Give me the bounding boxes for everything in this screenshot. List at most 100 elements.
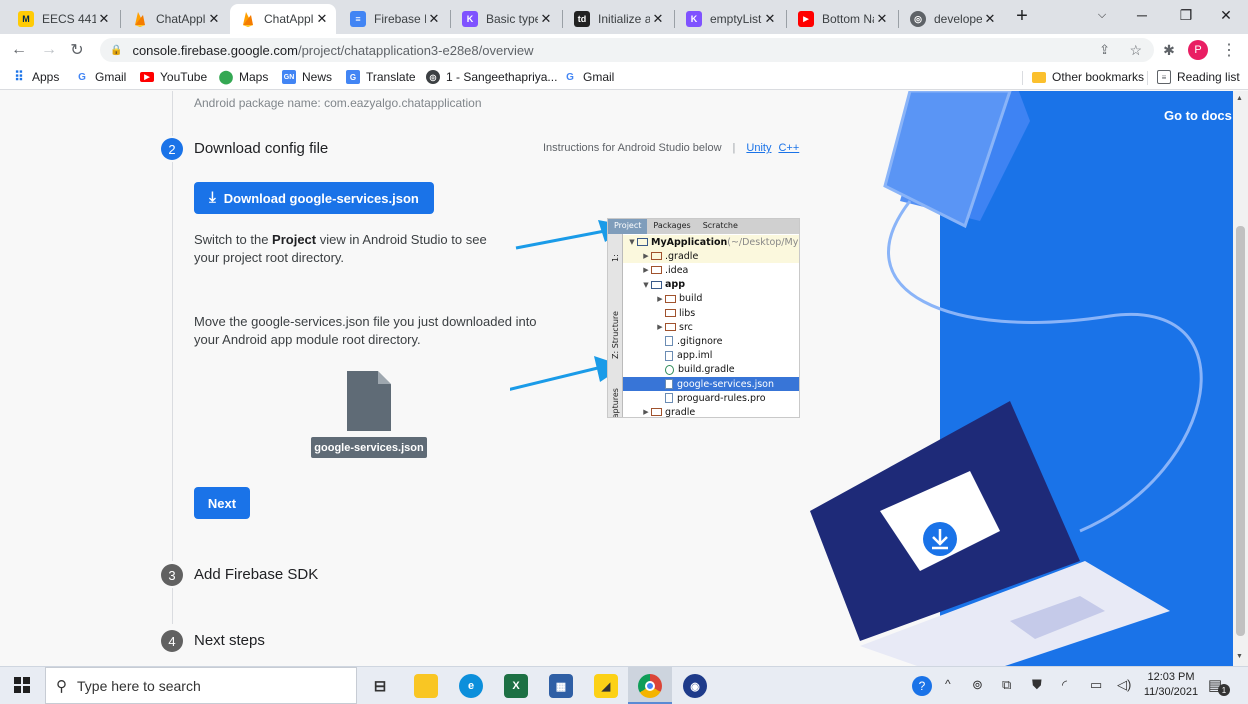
app-icon[interactable]: ◉	[683, 674, 707, 698]
next-button[interactable]: Next	[194, 487, 250, 519]
notification-center-icon[interactable]: ▤ 1	[1208, 676, 1230, 696]
tree-row[interactable]: ▶ build	[623, 292, 799, 306]
collapsed-arrow-icon[interactable]: ▶	[641, 266, 651, 274]
edge-browser-icon[interactable]: e	[459, 674, 483, 698]
close-icon[interactable]: ✕	[874, 11, 890, 27]
close-icon[interactable]: ✕	[650, 11, 666, 27]
tab-firebase-in[interactable]: ≡ Firebase In ✕	[340, 4, 448, 34]
tab-chatapplication-2[interactable]: ChatApplic ✕	[230, 4, 336, 34]
tab-developer[interactable]: ◎ developer. ✕	[900, 4, 1004, 34]
collapsed-arrow-icon[interactable]: ▶	[641, 408, 651, 416]
tab-packages: Packages	[653, 221, 691, 230]
bookmark-translate[interactable]: G Translate	[346, 70, 416, 84]
close-icon[interactable]: ✕	[762, 11, 778, 27]
collapsed-arrow-icon[interactable]: ▶	[655, 323, 665, 331]
tab-chatapplication-1[interactable]: ChatApplic ✕	[122, 4, 228, 34]
tree-row[interactable]: ▼ MyApplication (~/Desktop/My	[623, 235, 799, 249]
collapsed-arrow-icon[interactable]: ▶	[655, 295, 665, 303]
clock[interactable]: 12:03 PM 11/30/2021	[1140, 670, 1202, 700]
expanded-arrow-icon[interactable]: ▼	[641, 281, 651, 289]
scroll-down-arrow-icon[interactable]: ▼	[1236, 653, 1243, 660]
tree-row[interactable]: ▶ src	[623, 320, 799, 334]
chrome-icon[interactable]	[638, 674, 662, 698]
excel-icon[interactable]: X	[504, 674, 528, 698]
tree-row[interactable]: ▶ .gradle	[623, 249, 799, 264]
minimize-icon[interactable]: ─	[1120, 0, 1164, 30]
tree-row[interactable]: app.iml	[623, 349, 799, 363]
bookmark-maps[interactable]: ⬤ Maps	[219, 69, 269, 84]
tree-row[interactable]: proguard-rules.pro	[623, 391, 799, 405]
close-icon[interactable]: ✕	[314, 11, 330, 27]
help-icon[interactable]: ?	[912, 676, 932, 696]
new-tab-plus-icon[interactable]: +	[1000, 1, 1044, 31]
tree-row-label: .idea	[665, 264, 689, 276]
bookmark-news[interactable]: GN News	[282, 70, 332, 84]
tab-initialize[interactable]: td Initialize a ✕	[564, 4, 672, 34]
tree-row[interactable]: ▶ .idea	[623, 263, 799, 277]
more-menu-icon[interactable]: ⋮	[1218, 39, 1240, 61]
extensions-puzzle-icon[interactable]: ✱	[1158, 39, 1180, 61]
wifi-icon[interactable]: ◜	[1062, 677, 1067, 693]
scrollbar-thumb[interactable]	[1236, 226, 1245, 636]
tree-row[interactable]: libs	[623, 306, 799, 320]
step-4-title[interactable]: Next steps	[194, 632, 265, 649]
tab-title: Bottom Na	[822, 12, 874, 26]
bookmarks-bar: ⠿ Apps G Gmail ▶ YouTube ⬤ Maps GN News G Tran…	[0, 66, 1248, 90]
download-config-button[interactable]: ⤓ Download google-services.json	[194, 182, 434, 214]
battery-icon[interactable]: ▭	[1090, 677, 1102, 693]
calculator-icon[interactable]: ▦	[549, 674, 573, 698]
task-view-icon[interactable]: ⊟	[368, 674, 392, 698]
windows-start-icon[interactable]	[14, 677, 30, 693]
bookmark-youtube[interactable]: ▶ YouTube	[140, 70, 207, 84]
scroll-up-arrow-icon[interactable]: ▲	[1236, 95, 1243, 102]
show-hidden-icons-chevron-icon[interactable]: ^	[945, 677, 951, 691]
volume-icon[interactable]: ◁)	[1117, 677, 1131, 693]
step-3-title[interactable]: Add Firebase SDK	[194, 566, 318, 583]
reload-icon[interactable]: ↻	[66, 39, 88, 61]
share-icon[interactable]: ⇪	[1099, 42, 1110, 58]
forward-arrow-icon[interactable]: →	[38, 39, 60, 61]
bookmark-apps[interactable]: ⠿ Apps	[12, 69, 59, 84]
window-close-icon[interactable]: ✕	[1204, 0, 1248, 30]
profile-avatar[interactable]: P	[1188, 40, 1208, 60]
other-bookmarks[interactable]: Other bookmarks	[1032, 70, 1144, 84]
close-icon[interactable]: ✕	[426, 11, 442, 27]
expanded-arrow-icon[interactable]: ▼	[627, 238, 637, 246]
bookmark-gmail[interactable]: G Gmail	[75, 70, 126, 84]
close-icon[interactable]: ✕	[982, 11, 998, 27]
tree-row[interactable]: ▼ app	[623, 278, 799, 292]
tab-bottom-nav[interactable]: ▶ Bottom Na ✕	[788, 4, 896, 34]
collapsed-arrow-icon[interactable]: ▶	[641, 252, 651, 260]
reading-list[interactable]: ≡ Reading list	[1157, 70, 1240, 84]
url-bar[interactable]: 🔒 console.firebase.google.com/project/ch…	[100, 38, 1154, 62]
tree-row[interactable]: google-services.json	[623, 377, 799, 391]
go-to-docs-link[interactable]: Go to docs	[1164, 108, 1232, 123]
bookmark-sangeethapriya[interactable]: ◎ 1 - Sangeethapriya...	[426, 70, 557, 84]
back-arrow-icon[interactable]: ←	[8, 39, 30, 61]
tab-basic-types[interactable]: K Basic types ✕	[452, 4, 560, 34]
sticky-notes-icon[interactable]: ◢	[594, 674, 618, 698]
restore-icon[interactable]: ❐	[1164, 0, 1208, 30]
close-icon[interactable]: ✕	[96, 11, 112, 27]
taskbar-search-box[interactable]: ⚲ Type here to search	[45, 667, 357, 704]
step-2-title: Download config file	[194, 140, 329, 157]
close-icon[interactable]: ✕	[206, 11, 222, 27]
folder-icon	[651, 408, 662, 417]
unity-link[interactable]: Unity	[746, 142, 771, 154]
step-connector-line	[172, 162, 173, 561]
page-scrollbar[interactable]: ▲ ▼	[1233, 91, 1248, 666]
cpp-link[interactable]: C++	[778, 142, 799, 154]
file-explorer-icon[interactable]	[414, 674, 438, 698]
close-icon[interactable]: ✕	[538, 11, 554, 27]
tree-row[interactable]: ▶ gradle	[623, 405, 799, 417]
tray-icon[interactable]: ⧉	[1002, 677, 1011, 693]
tab-emptylist[interactable]: K emptyList ✕	[676, 4, 784, 34]
bookmark-gmail-2[interactable]: G Gmail	[563, 70, 614, 84]
tab-search-chevron-icon[interactable]: ⌵	[1080, 0, 1124, 30]
star-bookmark-icon[interactable]: ☆	[1129, 42, 1142, 59]
tab-eecs[interactable]: M EECS 4415 ✕	[8, 4, 118, 34]
tree-row[interactable]: build.gradle	[623, 363, 799, 377]
tray-icon[interactable]: ⊚	[972, 677, 983, 693]
security-shield-icon[interactable]: ⛊	[1032, 677, 1042, 693]
tree-row[interactable]: .gitignore	[623, 334, 799, 348]
